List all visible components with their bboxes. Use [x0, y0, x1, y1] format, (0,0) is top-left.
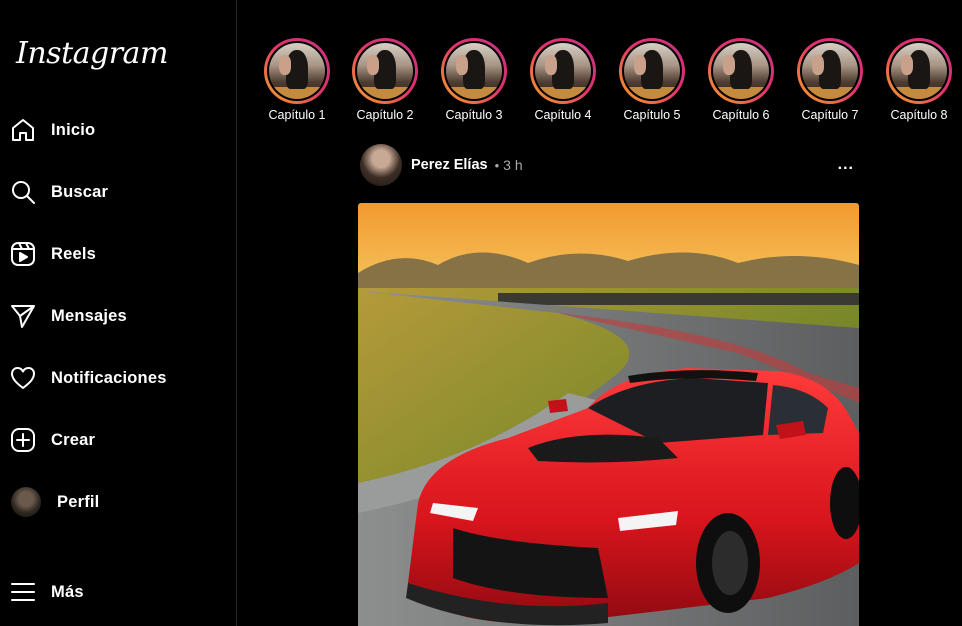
sidebar-item-inicio[interactable]: Inicio [10, 110, 95, 150]
story-avatar [446, 43, 502, 99]
story-label: Capítulo 5 [623, 108, 681, 122]
avatar [10, 486, 42, 518]
plus-square-icon [10, 427, 36, 453]
story-label: Capítulo 2 [356, 108, 414, 122]
story-item[interactable]: Capítulo 3 [434, 38, 514, 122]
story-item[interactable]: Capítulo 1 [257, 38, 337, 122]
story-avatar [624, 43, 680, 99]
sidebar-item-notificaciones[interactable]: Notificaciones [10, 358, 167, 398]
story-label: Capítulo 4 [534, 108, 592, 122]
story-item[interactable]: Capítulo 8 [879, 38, 959, 122]
sidebar-item-label: Crear [51, 430, 96, 449]
story-item[interactable]: Capítulo 2 [345, 38, 425, 122]
story-label: Capítulo 6 [712, 108, 770, 122]
story-item[interactable]: Capítulo 6 [701, 38, 781, 122]
sidebar-item-label: Inicio [51, 120, 96, 139]
story-label: Capítulo 7 [801, 108, 859, 122]
heart-icon [10, 365, 36, 391]
instagram-logo[interactable]: Instagram [16, 36, 168, 71]
sidebar-item-label: Perfil [57, 492, 100, 511]
story-label: Capítulo 1 [268, 108, 326, 122]
story-avatar [713, 43, 769, 99]
menu-icon [10, 579, 36, 605]
story-avatar [357, 43, 413, 99]
sidebar-item-mensajes[interactable]: Mensajes [10, 296, 127, 336]
post-header: Perez Elías • 3 h ... [360, 144, 860, 186]
post-timestamp: 3 h [503, 157, 523, 173]
sidebar: Instagram Inicio Buscar Reels Mensajes N… [0, 0, 237, 626]
story-item[interactable]: Capítulo 5 [612, 38, 692, 122]
sidebar-item-label: Más [51, 582, 84, 601]
sidebar-item-label: Notificaciones [51, 368, 167, 387]
more-options-button[interactable]: ... [838, 156, 854, 174]
story-avatar [269, 43, 325, 99]
story-avatar [891, 43, 947, 99]
story-item[interactable]: Capítulo 4 [523, 38, 603, 122]
search-icon [10, 179, 36, 205]
post-username[interactable]: Perez Elías [411, 157, 488, 173]
post-image[interactable] [358, 203, 859, 626]
story-label: Capítulo 3 [445, 108, 503, 122]
sidebar-item-crear[interactable]: Crear [10, 420, 95, 460]
story-item[interactable]: Capítulo 7 [790, 38, 870, 122]
sidebar-item-reels[interactable]: Reels [10, 234, 96, 274]
sidebar-item-label: Mensajes [51, 306, 127, 325]
reels-icon [10, 241, 36, 267]
story-label: Capítulo 8 [890, 108, 948, 122]
post-separator: • [494, 157, 500, 173]
sidebar-item-buscar[interactable]: Buscar [10, 172, 108, 212]
home-icon [10, 117, 36, 143]
sidebar-item-label: Buscar [51, 182, 109, 201]
send-icon [10, 303, 36, 329]
sidebar-item-label: Reels [51, 244, 97, 263]
sidebar-item-perfil[interactable]: Perfil [10, 482, 99, 522]
story-avatar [802, 43, 858, 99]
post-avatar[interactable] [360, 144, 402, 186]
story-avatar [535, 43, 591, 99]
sidebar-item-mas[interactable]: Más [10, 572, 84, 612]
